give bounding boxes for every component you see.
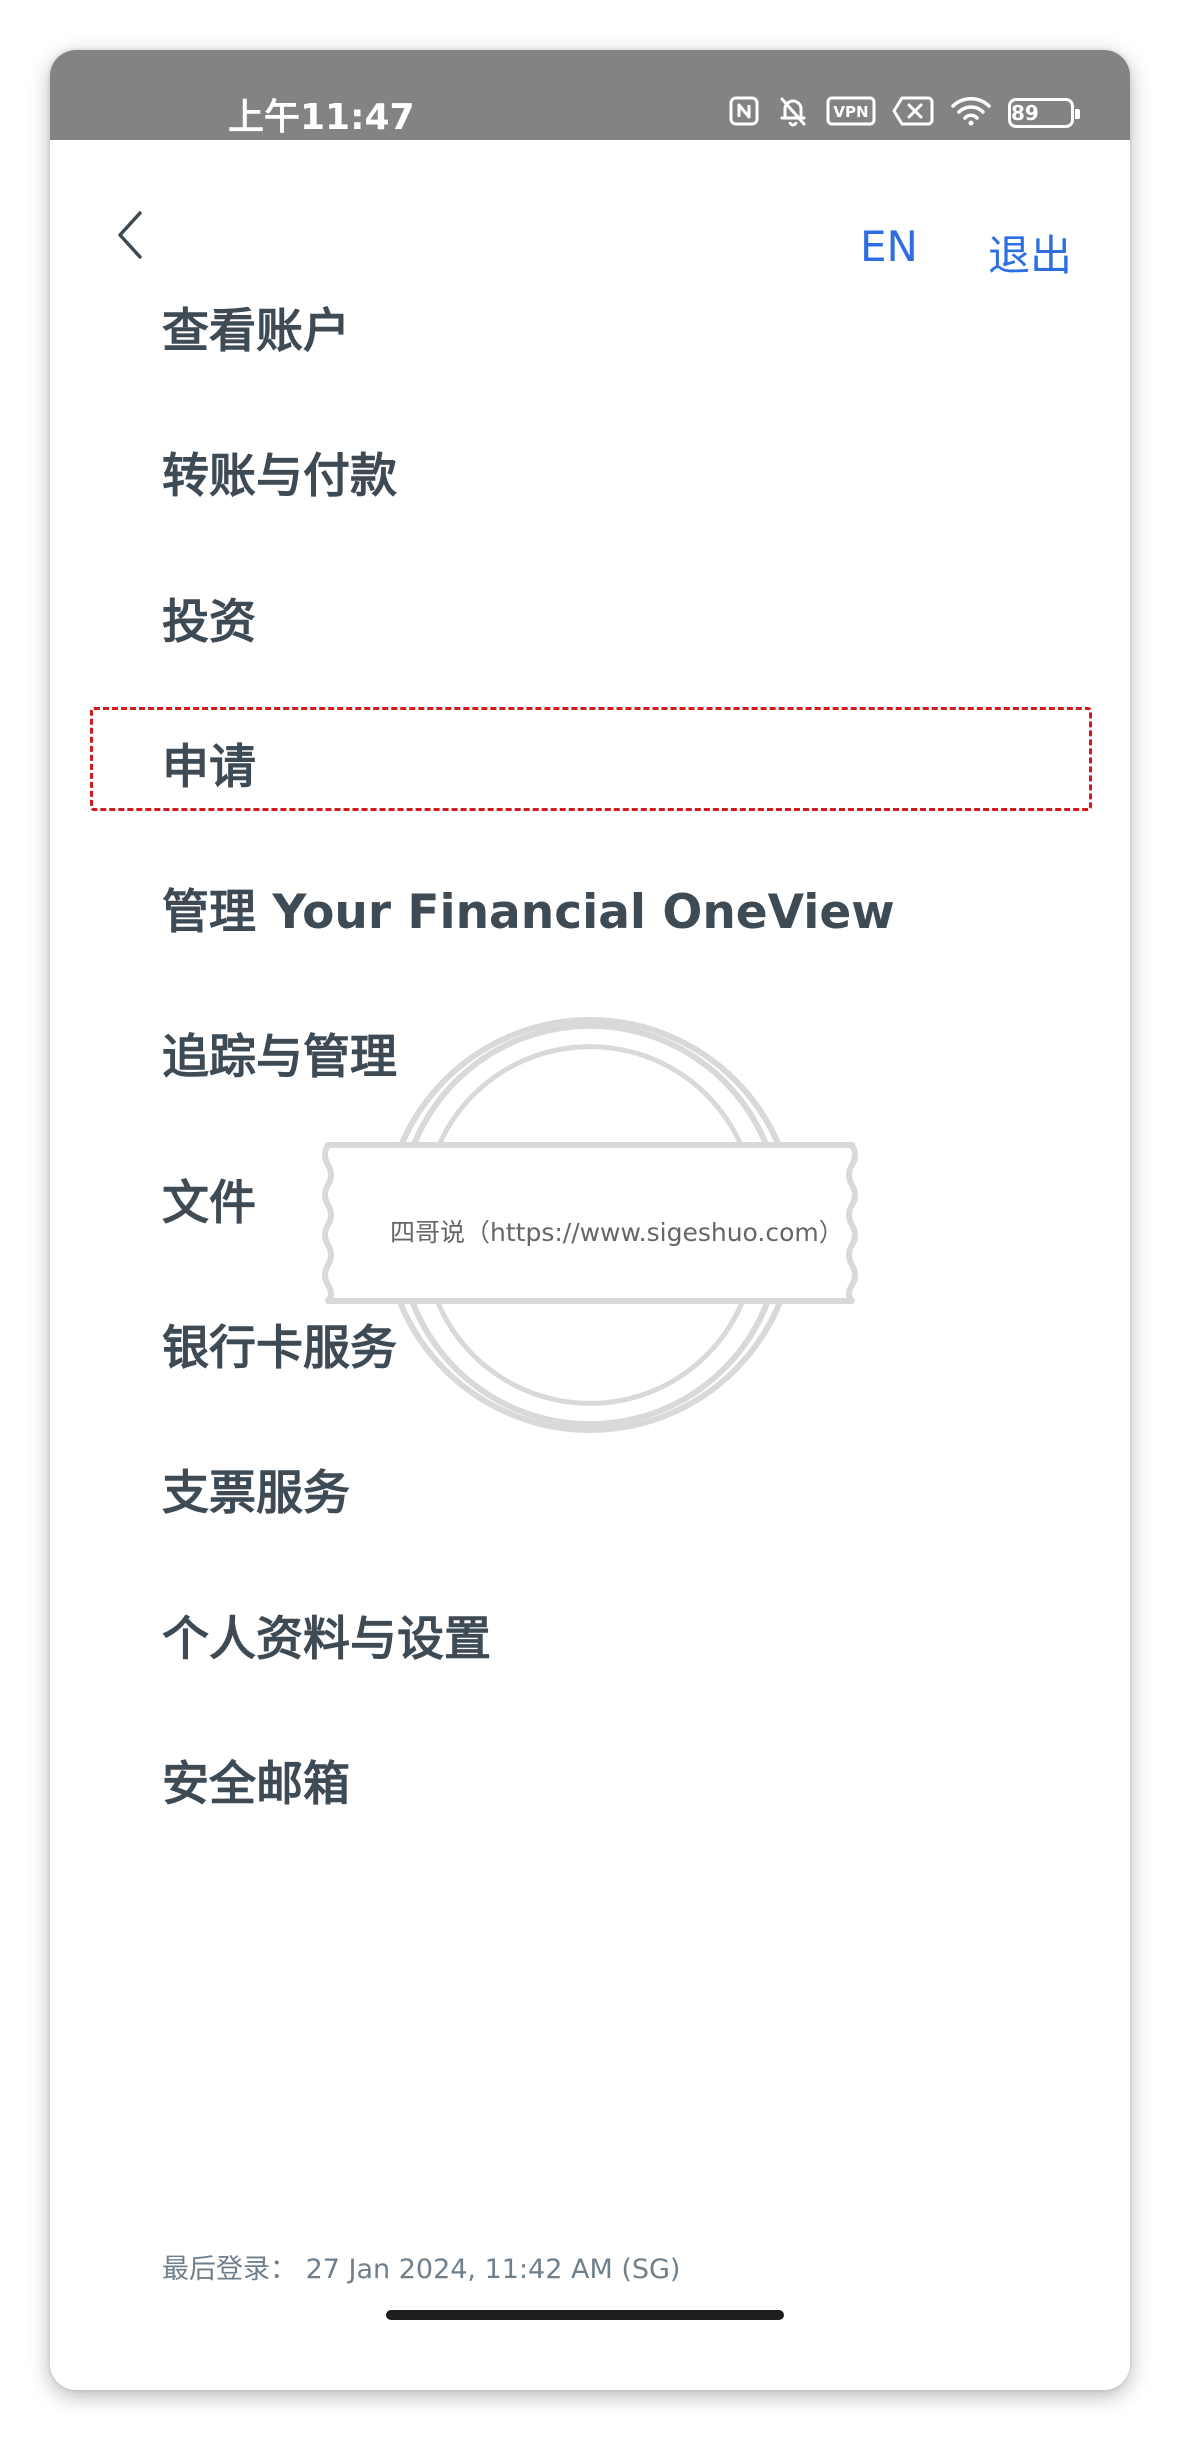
menu-item-view-accounts[interactable]: 查看账户 [162,292,350,361]
chevron-left-icon [118,211,142,259]
bell-off-icon [776,94,810,132]
battery-icon: 89 [1008,98,1080,128]
status-time: 上午11:47 [228,97,415,138]
wifi-icon [950,95,992,131]
last-login-info: 最后登录： 27 Jan 2024, 11:42 AM (SG) [162,2254,681,2285]
menu-item-apply[interactable]: 申请 [162,728,256,797]
menu-item-cheque-services[interactable]: 支票服务 [162,1454,350,1523]
sim-disabled-icon [892,95,934,131]
menu-item-profile-settings[interactable]: 个人资料与设置 [162,1600,491,1669]
page: 上午11:47 VPN 89 EN 退出 查看账户 转账与付款 投资 申请 管理… [0,0,1180,2440]
menu-item-card-services[interactable]: 银行卡服务 [162,1309,397,1378]
menu-item-secure-mailbox[interactable]: 安全邮箱 [162,1745,350,1814]
logout-link[interactable]: 退出 [988,222,1072,283]
phone-screen: 上午11:47 VPN 89 EN 退出 查看账户 转账与付款 投资 申请 管理… [50,50,1130,2390]
menu-item-financial-oneview[interactable]: 管理 Your Financial OneView [162,873,895,942]
menu-item-documents[interactable]: 文件 [162,1164,256,1233]
language-toggle[interactable]: EN [860,222,918,271]
nfc-icon [728,95,760,131]
vpn-icon: VPN [826,96,876,130]
watermark: 四哥说（https://www.sigeshuo.com） [320,1005,860,1450]
status-icons: VPN 89 [728,94,1080,132]
watermark-text: 四哥说（https://www.sigeshuo.com） [390,1218,844,1247]
menu-item-track-manage[interactable]: 追踪与管理 [162,1018,397,1087]
vpn-label: VPN [833,103,868,121]
watermark-seal [322,1017,858,1433]
status-bar: 上午11:47 VPN 89 [50,50,1130,140]
back-button[interactable] [100,195,160,275]
menu-item-transfers-payments[interactable]: 转账与付款 [162,437,397,506]
home-indicator[interactable] [386,2310,784,2320]
menu-item-investments[interactable]: 投资 [162,583,256,652]
